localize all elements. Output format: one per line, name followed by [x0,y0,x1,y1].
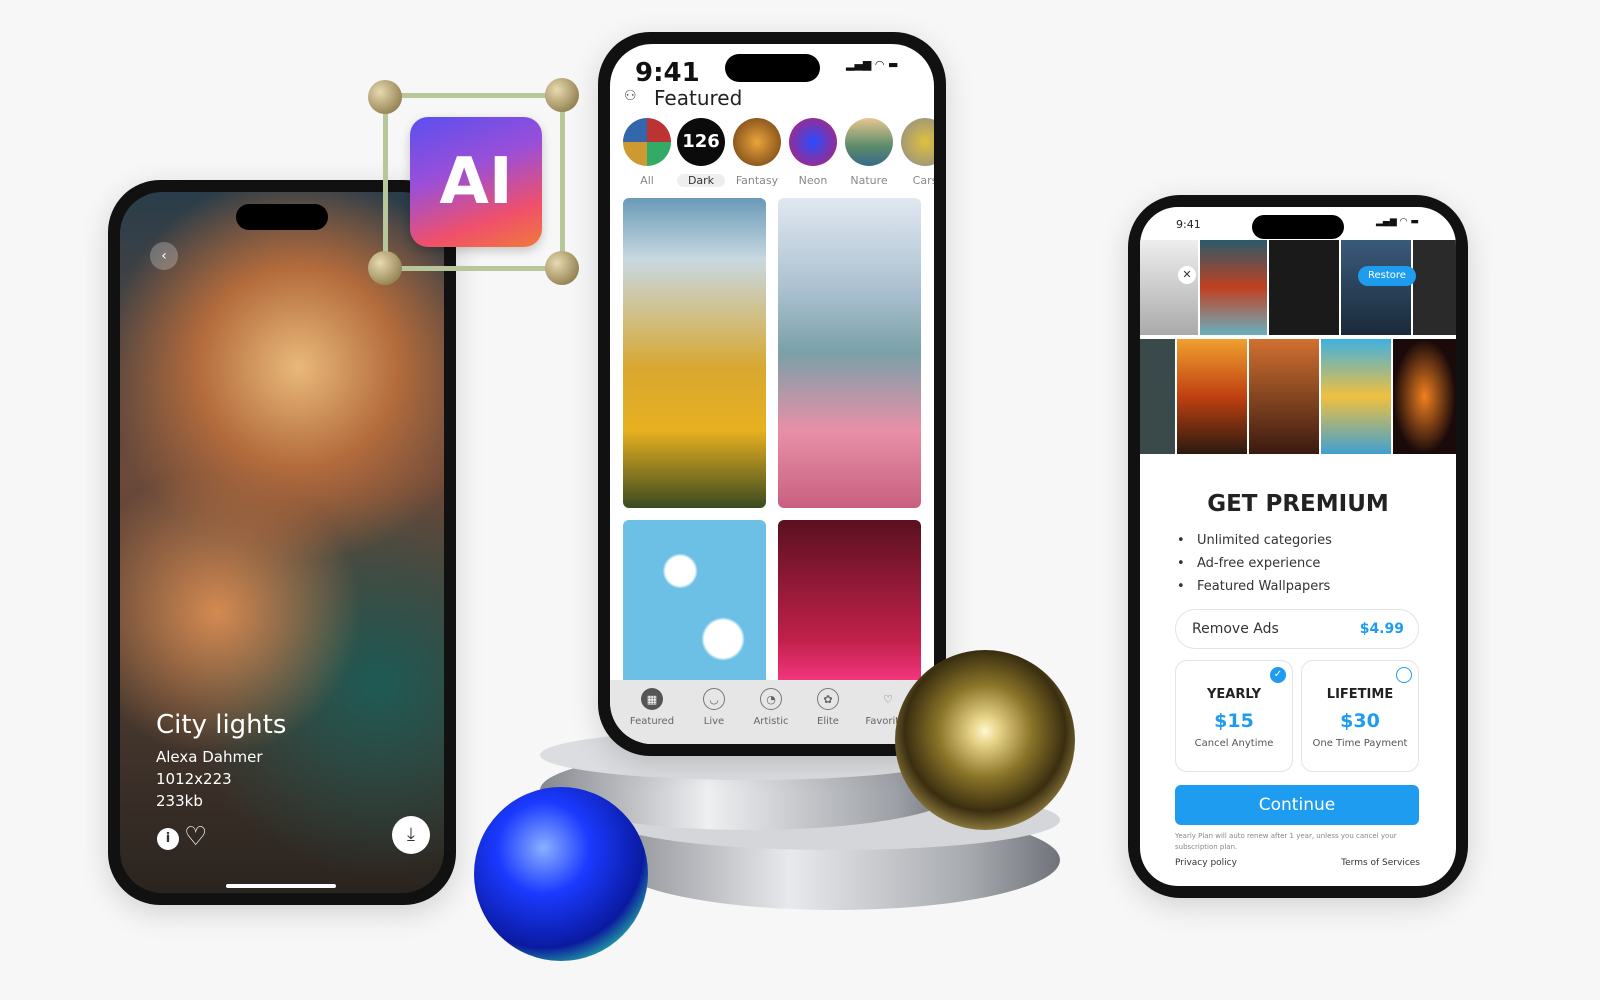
category-fantasy[interactable]: Fantasy [733,118,781,187]
wallpaper-resolution: 1012x223 [156,770,232,788]
nav-featured[interactable]: ▦ Featured [622,688,682,727]
premium-phone: 9:41 ▂▄▆ ◠ ▬ ✕ Restore GET PREMIUM Unlim… [1128,195,1468,898]
blue-sphere [474,787,648,961]
info-icon[interactable]: i [157,828,179,850]
radio-icon [1396,667,1412,683]
nav-elite[interactable]: ✿ Elite [798,688,858,727]
home-indicator [226,884,336,888]
ai-app-icon: AI [410,117,542,247]
wallpaper-card[interactable] [778,520,921,690]
category-cars[interactable]: Cars [901,118,934,187]
nav-live[interactable]: ◡ Live [684,688,744,727]
badge-icon: ✿ [817,688,839,710]
nav-artistic[interactable]: ◔ Artistic [741,688,801,727]
category-neon[interactable]: Neon [789,118,837,187]
status-time: 9:41 [635,58,700,88]
page-title: Featured [654,86,743,110]
status-time: 9:41 [1176,218,1201,231]
benefit-item: Ad-free experience [1177,556,1321,571]
heart-icon[interactable]: ♡ [184,822,207,852]
wallpaper-title: City lights [156,710,287,740]
wallpaper-card[interactable] [778,198,921,508]
disclaimer: Yearly Plan will auto renew after 1 year… [1175,832,1397,851]
close-icon[interactable]: ✕ [1178,266,1196,284]
wallpaper-card[interactable] [623,520,766,690]
wallpaper-size: 233kb [156,792,203,810]
featured-icon: ⚇ [624,88,637,104]
download-icon[interactable]: ⤓ [392,816,430,854]
status-icons: ▂▄▆ ◠ ▬ [846,58,899,71]
wallpaper-card[interactable] [623,198,766,508]
privacy-link[interactable]: Privacy policy [1175,858,1237,868]
category-dark[interactable]: 126 Dark [677,118,725,187]
bottom-nav: ▦ Featured ◡ Live ◔ Artistic ✿ Elite ♡ Favori… [610,680,934,744]
checked-icon: ✓ [1270,667,1286,683]
back-icon[interactable]: ‹ [150,242,178,270]
gold-sphere [895,650,1075,830]
benefit-item: Unlimited categories [1177,533,1332,548]
category-all[interactable]: All [623,118,671,187]
status-icons: ▂▄▆ ◠ ▬ [1376,217,1419,227]
live-icon: ◡ [703,688,725,710]
benefit-item: Featured Wallpapers [1177,579,1330,594]
terms-link[interactable]: Terms of Services [1341,858,1420,868]
wallpaper-author: Alexa Dahmer [156,748,263,766]
wallpaper-preview: ‹ City lights Alexa Dahmer 1012x223 233k… [120,192,444,893]
premium-title: GET PREMIUM [1207,491,1389,517]
continue-button[interactable]: Continue [1175,785,1419,825]
plan-yearly[interactable]: ✓ YEARLY $15 Cancel Anytime [1175,660,1293,772]
ai-badge: AI [368,78,580,288]
plan-lifetime[interactable]: LIFETIME $30 One Time Payment [1301,660,1419,772]
restore-button[interactable]: Restore [1358,266,1416,286]
palette-icon: ◔ [760,688,782,710]
grid-icon: ▦ [641,688,663,710]
heart-icon: ♡ [883,692,893,706]
ai-label: AI [439,145,513,219]
wallpaper-detail-phone: ‹ City lights Alexa Dahmer 1012x223 233k… [108,180,456,905]
category-nature[interactable]: Nature [845,118,893,187]
remove-ads-option[interactable]: Remove Ads $4.99 [1175,609,1419,649]
featured-phone: 9:41 ▂▄▆ ◠ ▬ ⚇ Featured All 126 Dark Fant… [598,32,946,756]
